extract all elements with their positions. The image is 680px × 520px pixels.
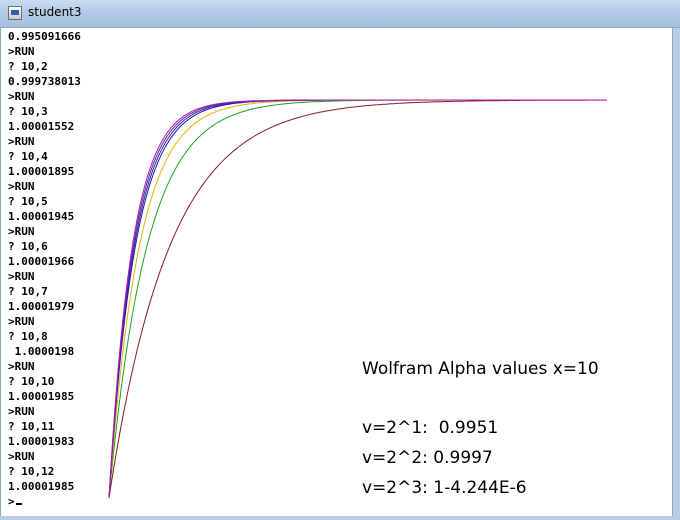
application-icon[interactable] — [8, 6, 22, 20]
window-frame-right — [672, 28, 680, 520]
plot-curve — [108, 99, 607, 499]
annotation-heading: Wolfram Alpha values x=10 — [362, 359, 599, 379]
plot-curve — [108, 99, 607, 499]
annotation-line: v=2^2: 0.9997 — [362, 448, 493, 468]
plot-curve — [108, 99, 607, 499]
plot-curve — [108, 99, 607, 499]
annotation-line: v=2^1: 0.9951 — [362, 418, 499, 438]
window-frame-bottom — [0, 516, 680, 520]
graphics-console[interactable]: 0.995091666 >RUN? 10,2 0.999738013 >RUN? 10… — [0, 28, 672, 516]
title-bar[interactable]: student3 — [0, 0, 680, 28]
plot-curve — [108, 99, 607, 499]
annotation-line: v=2^3: 1-4.244E-6 — [362, 478, 527, 498]
plot-curve — [108, 99, 607, 499]
window-title: student3 — [28, 5, 82, 19]
plot-curve — [108, 99, 607, 499]
plot-area — [108, 99, 607, 499]
